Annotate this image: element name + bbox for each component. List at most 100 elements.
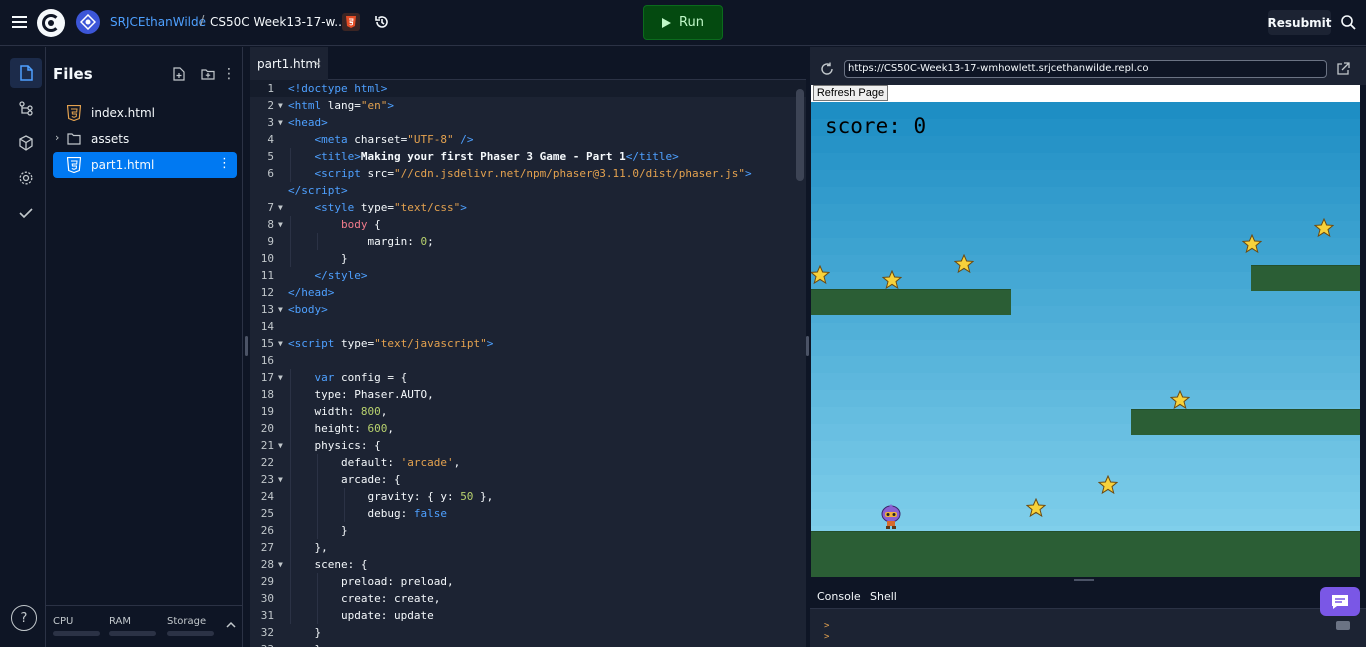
code-line: 28 ▼ scene: { <box>260 558 368 571</box>
code-line: 10 } <box>260 252 348 265</box>
platform <box>1251 265 1360 291</box>
star-icon <box>882 270 902 290</box>
sky-band <box>811 135 1360 154</box>
score-text: score: 0 <box>825 114 927 138</box>
resubmit-button[interactable]: Resubmit <box>1268 10 1332 35</box>
folder-item-assets[interactable]: › assets <box>53 126 237 152</box>
star-icon <box>811 265 830 285</box>
cpu-meter: CPU <box>53 616 100 636</box>
settings-gear-icon[interactable] <box>10 163 42 193</box>
files-tool-icon[interactable] <box>10 58 42 88</box>
star-icon <box>954 254 974 274</box>
code-editor[interactable]: part1.html × 1 <!doctype html> 2 ▼ <html la… <box>250 47 806 647</box>
phaser-game-canvas[interactable]: score: 0 <box>811 102 1360 577</box>
sky-band <box>811 237 1360 256</box>
sky-band <box>811 322 1360 341</box>
hamburger-menu-icon[interactable] <box>10 12 30 32</box>
file-item-index-html[interactable]: index.html <box>53 100 237 126</box>
folder-icon <box>67 133 81 145</box>
open-in-new-tab-icon[interactable] <box>1336 62 1350 76</box>
files-more-options-icon[interactable]: ⋮ <box>221 66 237 82</box>
breadcrumb-separator: / <box>200 14 205 29</box>
files-panel: Files ⋮ index.html › assets part1.html ⋮… <box>46 47 243 647</box>
ram-label: RAM <box>109 616 132 627</box>
sky-band <box>811 441 1360 460</box>
resources-meter[interactable]: CPU RAM Storage <box>46 605 243 647</box>
checkmark-icon[interactable] <box>10 198 42 228</box>
replit-logo-icon[interactable] <box>37 9 65 37</box>
sky-band <box>811 373 1360 392</box>
ram-bar <box>109 631 156 636</box>
sky-band <box>811 390 1360 409</box>
code-line: </script> <box>288 184 348 197</box>
code-line: 2 ▼ <html lang="en"> <box>267 99 394 112</box>
code-line: 15 ▼ <script type="text/javascript"> <box>260 337 494 350</box>
html5-file-icon <box>67 105 81 121</box>
tab-shell[interactable]: Shell <box>870 590 897 603</box>
webview-url-input[interactable]: https://CS50C-Week13-17-wmhowlett.srjcet… <box>844 60 1327 78</box>
ram-meter: RAM <box>109 616 156 636</box>
search-icon[interactable] <box>1338 12 1358 32</box>
console-output[interactable]: > > <box>810 609 1366 647</box>
refresh-page-button[interactable]: Refresh Page <box>813 85 888 101</box>
code-line: 16 <box>260 354 274 367</box>
console-prompt: > <box>824 632 830 642</box>
file-item-label: assets <box>91 132 130 146</box>
tab-part1-html[interactable]: part1.html × <box>250 47 328 80</box>
team-avatar[interactable] <box>76 10 100 34</box>
file-item-label: part1.html <box>91 158 155 172</box>
editor-scrollbar[interactable] <box>796 89 804 181</box>
chevron-up-icon[interactable] <box>224 618 238 632</box>
history-icon[interactable] <box>372 12 392 32</box>
html-language-icon[interactable] <box>342 13 360 31</box>
git-branch-icon[interactable] <box>10 93 42 123</box>
console-tabs: Console Shell <box>810 584 1366 609</box>
code-line: 13 ▼ <body> <box>260 303 328 316</box>
sky-band <box>811 458 1360 477</box>
code-line: 8 ▼ body { <box>267 218 381 231</box>
code-line: 27 }, <box>260 541 328 554</box>
sky-band <box>811 475 1360 494</box>
code-line: 5 <title>Making your first Phaser 3 Game… <box>267 150 679 163</box>
tab-console[interactable]: Console <box>810 584 868 609</box>
new-folder-icon[interactable] <box>200 66 216 82</box>
close-tab-icon[interactable]: × <box>313 57 322 70</box>
owner-link[interactable]: SRJCEthanWilde <box>110 15 206 29</box>
star-icon <box>1170 390 1190 410</box>
cpu-bar <box>53 631 100 636</box>
console-resize-handle[interactable] <box>1074 579 1094 581</box>
code-line: 9 margin: 0; <box>267 235 434 248</box>
code-line: 26 } <box>260 524 348 537</box>
chat-button[interactable] <box>1320 587 1360 616</box>
panel-resize-handle[interactable] <box>245 336 248 356</box>
clear-console-icon[interactable] <box>1336 621 1350 630</box>
sky-band <box>811 203 1360 222</box>
help-icon[interactable]: ? <box>11 605 37 631</box>
editor-tabs: part1.html × <box>250 47 806 80</box>
repl-name[interactable]: CS50C Week13-17-w... <box>210 15 346 29</box>
reload-icon[interactable] <box>820 62 834 76</box>
webview-panel: https://CS50C-Week13-17-wmhowlett.srjcet… <box>810 47 1366 647</box>
panel-resize-handle[interactable] <box>806 336 809 356</box>
code-line: 25 debug: false <box>260 507 447 520</box>
code-line: 31 update: update <box>260 609 434 622</box>
storage-meter: Storage <box>167 616 214 636</box>
platform <box>811 289 1011 315</box>
sky-band <box>811 152 1360 171</box>
file-more-options-icon[interactable]: ⋮ <box>218 156 231 171</box>
chevron-right-icon[interactable]: › <box>55 131 59 144</box>
code-lines[interactable]: 1 <!doctype html> 2 ▼ <html lang="en"> 3 ▼ <h… <box>250 80 806 647</box>
code-line: 30 create: create, <box>260 592 441 605</box>
sky-band <box>811 169 1360 188</box>
code-line: 12 </head> <box>260 286 335 299</box>
code-line: 33 }; <box>250 641 806 647</box>
storage-label: Storage <box>167 616 207 627</box>
file-item-part1-html[interactable]: part1.html ⋮ <box>53 152 237 178</box>
webview-content[interactable]: Refresh Page score: 0 <box>811 85 1360 577</box>
cpu-label: CPU <box>53 616 74 627</box>
webview-url-bar: https://CS50C-Week13-17-wmhowlett.srjcet… <box>810 47 1366 85</box>
code-line: 22 default: 'arcade', <box>260 456 461 469</box>
packages-cube-icon[interactable] <box>10 128 42 158</box>
new-file-icon[interactable] <box>171 66 187 82</box>
run-button[interactable]: Run <box>643 5 723 40</box>
